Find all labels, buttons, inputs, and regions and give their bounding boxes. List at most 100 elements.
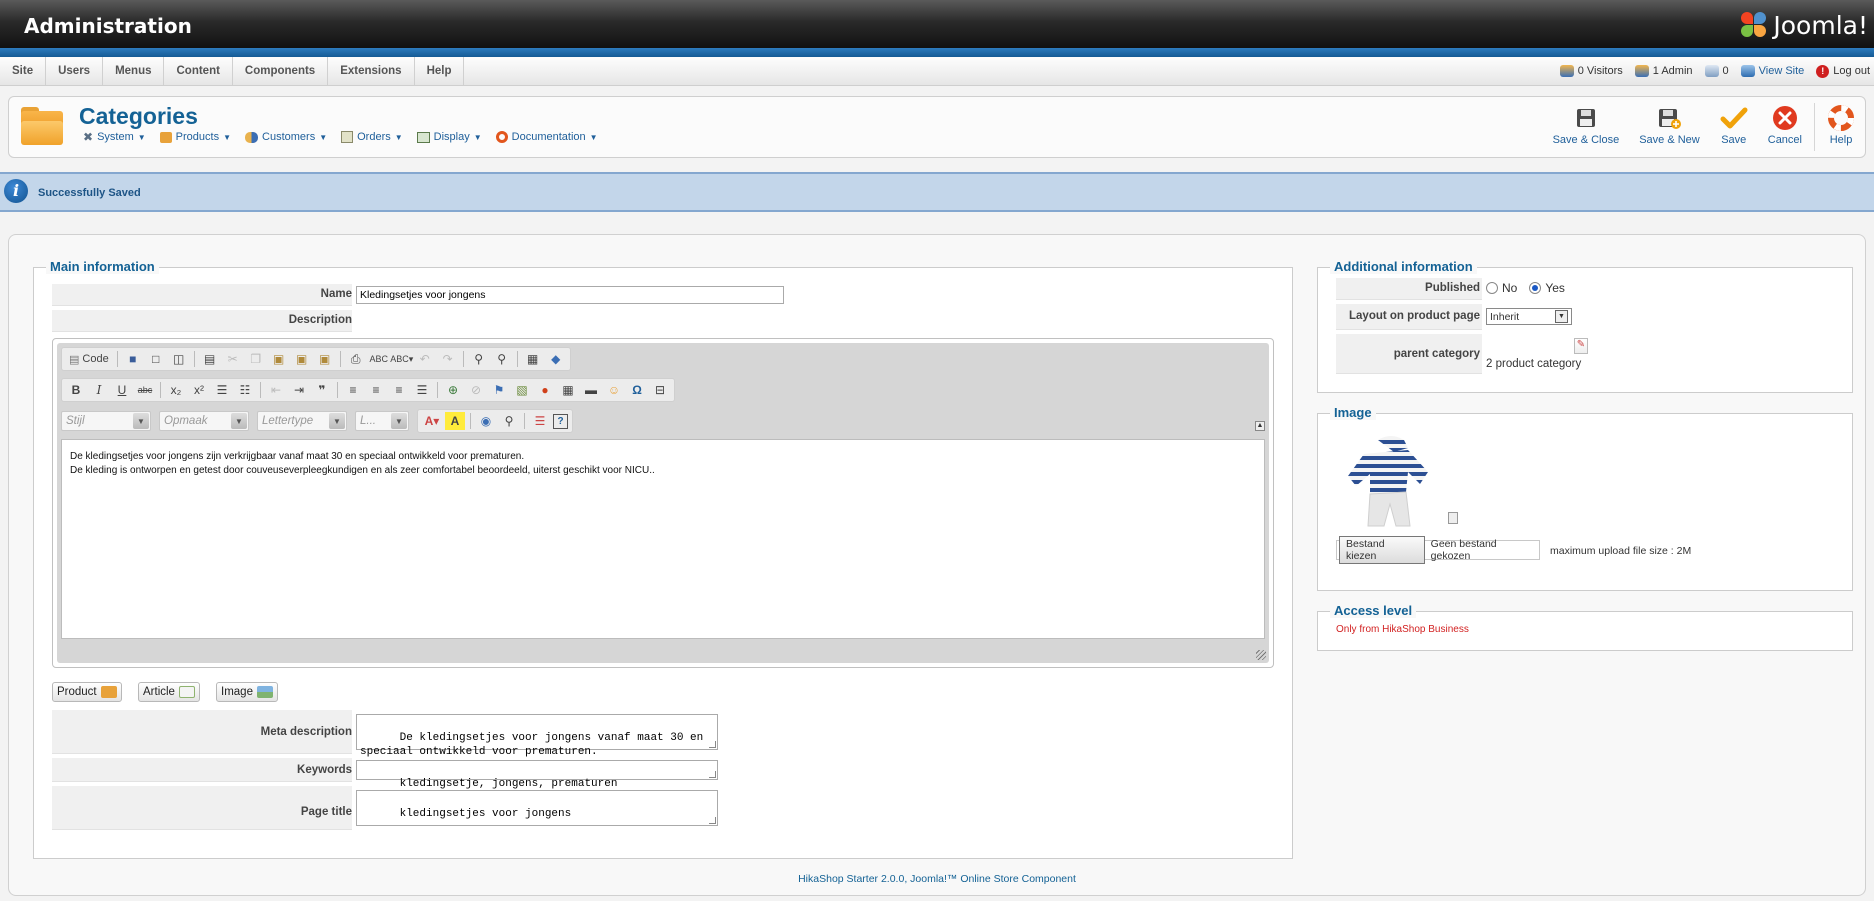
align-left-icon[interactable]: ≡ bbox=[343, 381, 363, 399]
bold-icon[interactable]: B bbox=[66, 381, 86, 399]
background-color-icon[interactable]: A bbox=[445, 412, 465, 430]
select-all-icon[interactable]: ▦ bbox=[523, 350, 543, 368]
messages-status[interactable]: 0 bbox=[1704, 65, 1729, 77]
menu-components[interactable]: Components bbox=[233, 57, 329, 85]
zoom-preview-icon[interactable]: ⚲ bbox=[499, 412, 519, 430]
submenu-products[interactable]: Products ▼ bbox=[159, 130, 231, 144]
font-select[interactable]: Lettertype ▼ bbox=[257, 411, 347, 431]
preview-icon[interactable]: ◫ bbox=[169, 350, 189, 368]
submenu-customers[interactable]: Customers ▼ bbox=[245, 130, 327, 144]
menu-menus[interactable]: Menus bbox=[103, 57, 165, 85]
size-select[interactable]: L... ▼ bbox=[355, 411, 409, 431]
hr-icon[interactable]: ☰ bbox=[530, 412, 550, 430]
editor-resize-handle[interactable] bbox=[1256, 650, 1266, 660]
image-insert-icon[interactable]: ▧ bbox=[512, 381, 532, 399]
template-icon[interactable]: ▤ bbox=[200, 350, 220, 368]
insert-product-button[interactable]: Product bbox=[52, 682, 122, 702]
redo-icon[interactable]: ↷ bbox=[438, 350, 458, 368]
published-yes-radio[interactable] bbox=[1529, 282, 1542, 294]
submenu-documentation[interactable]: Documentation ▼ bbox=[495, 130, 598, 144]
new-doc-icon[interactable]: □ bbox=[146, 350, 166, 368]
file-upload-input[interactable]: Bestand kiezen Geen bestand gekozen bbox=[1336, 536, 1540, 564]
code-toggle-button[interactable]: ▤ Code bbox=[66, 350, 112, 368]
collapse-toolbar-icon[interactable]: ▲ bbox=[1255, 421, 1265, 431]
paste-text-icon[interactable]: ▣ bbox=[292, 350, 312, 368]
menu-site[interactable]: Site bbox=[0, 57, 47, 85]
save-doc-icon[interactable]: ■ bbox=[123, 350, 143, 368]
subscript-icon[interactable]: x₂ bbox=[166, 381, 186, 399]
save-new-button[interactable]: Save & New bbox=[1629, 97, 1710, 157]
layout-select[interactable]: Inherit ▼ bbox=[1486, 308, 1572, 325]
choose-file-button[interactable]: Bestand kiezen bbox=[1339, 536, 1425, 564]
special-char-icon[interactable]: Ω bbox=[627, 381, 647, 399]
cancel-button[interactable]: Cancel bbox=[1758, 97, 1812, 157]
indent-icon[interactable]: ⇥ bbox=[289, 381, 309, 399]
published-no-radio[interactable] bbox=[1486, 282, 1498, 294]
find-icon[interactable]: ⚲ bbox=[469, 350, 489, 368]
save-close-button[interactable]: Save & Close bbox=[1543, 97, 1630, 157]
print-icon[interactable]: ⎙ bbox=[346, 350, 366, 368]
footer-credit[interactable]: HikaShop Starter 2.0.0, Joomla!™ Online … bbox=[9, 873, 1865, 885]
format-select[interactable]: Opmaak ▼ bbox=[159, 411, 249, 431]
spellcheck-dropdown-icon[interactable]: ABC▾ bbox=[390, 350, 413, 368]
delete-image-icon[interactable] bbox=[1448, 512, 1458, 524]
italic-icon[interactable]: I bbox=[89, 381, 109, 399]
page-title-textarea[interactable]: kledingsetjes voor jongens bbox=[356, 790, 718, 826]
menu-help[interactable]: Help bbox=[415, 57, 465, 85]
help-editor-icon[interactable]: ? bbox=[553, 413, 568, 429]
meta-description-label: Meta description bbox=[260, 726, 352, 738]
menu-extensions[interactable]: Extensions bbox=[328, 57, 415, 85]
logout-label: Log out bbox=[1833, 65, 1870, 77]
flash-icon[interactable]: ● bbox=[535, 381, 555, 399]
help-button[interactable]: Help bbox=[1817, 97, 1865, 157]
align-right-icon[interactable]: ≡ bbox=[389, 381, 409, 399]
insert-article-button[interactable]: Article bbox=[138, 682, 200, 702]
horizontal-rule-icon[interactable]: ▬ bbox=[581, 381, 601, 399]
submenu-display[interactable]: Display ▼ bbox=[416, 130, 482, 144]
paste-icon[interactable]: ▣ bbox=[269, 350, 289, 368]
meta-description-textarea[interactable]: De kledingsetjes voor jongens vanaf maat… bbox=[356, 714, 718, 758]
bulleted-list-icon[interactable]: ☷ bbox=[235, 381, 255, 399]
info-icon: i bbox=[4, 179, 28, 203]
blockquote-icon[interactable]: ❞ bbox=[312, 381, 332, 399]
insert-image-button[interactable]: Image bbox=[216, 682, 278, 702]
underline-icon[interactable]: U bbox=[112, 381, 132, 399]
save-button[interactable]: Save bbox=[1710, 97, 1758, 157]
edit-pencil-icon[interactable]: ✎ bbox=[1574, 338, 1588, 354]
view-site-link[interactable]: View Site bbox=[1740, 65, 1804, 77]
text-color-icon[interactable]: A▾ bbox=[422, 412, 442, 430]
link-icon[interactable]: ⊕ bbox=[443, 381, 463, 399]
style-select[interactable]: Stijl ▼ bbox=[61, 411, 151, 431]
superscript-icon[interactable]: x² bbox=[189, 381, 209, 399]
resize-grip-icon[interactable] bbox=[709, 817, 716, 824]
table-icon[interactable]: ▦ bbox=[558, 381, 578, 399]
page-break-icon[interactable]: ⊟ bbox=[650, 381, 670, 399]
replace-icon[interactable]: ⚲ bbox=[492, 350, 512, 368]
submenu-orders[interactable]: Orders ▼ bbox=[341, 130, 403, 144]
editor-content-area[interactable]: De kledingsetjes voor jongens zijn verkr… bbox=[61, 439, 1265, 639]
align-justify-icon[interactable]: ☰ bbox=[412, 381, 432, 399]
resize-grip-icon[interactable] bbox=[709, 771, 716, 778]
strikethrough-icon[interactable]: abc bbox=[135, 381, 155, 399]
paste-word-icon[interactable]: ▣ bbox=[315, 350, 335, 368]
remove-format-icon[interactable]: ◆ bbox=[546, 350, 566, 368]
smiley-icon[interactable]: ☺ bbox=[604, 381, 624, 399]
menu-users[interactable]: Users bbox=[46, 57, 104, 85]
align-center-icon[interactable]: ≡ bbox=[366, 381, 386, 399]
outdent-icon[interactable]: ⇤ bbox=[266, 381, 286, 399]
submenu-system[interactable]: ✖ System ▼ bbox=[83, 130, 146, 144]
cut-icon[interactable]: ✂ bbox=[223, 350, 243, 368]
keywords-textarea[interactable]: kledingsetje, jongens, prematuren bbox=[356, 760, 718, 790]
visual-aid-icon[interactable]: ◉ bbox=[476, 412, 496, 430]
copy-icon[interactable]: ❐ bbox=[246, 350, 266, 368]
name-input[interactable]: Kledingsetjes voor jongens bbox=[356, 286, 784, 304]
menu-content[interactable]: Content bbox=[164, 57, 233, 85]
logout-link[interactable]: ! Log out bbox=[1816, 64, 1870, 78]
numbered-list-icon[interactable]: ☰ bbox=[212, 381, 232, 399]
resize-grip-icon[interactable] bbox=[709, 741, 716, 748]
header-accent-strip bbox=[0, 48, 1874, 57]
spellcheck-icon[interactable]: ABC bbox=[369, 350, 389, 368]
anchor-icon[interactable]: ⚑ bbox=[489, 381, 509, 399]
unlink-icon[interactable]: ⊘ bbox=[466, 381, 486, 399]
undo-icon[interactable]: ↶ bbox=[415, 350, 435, 368]
